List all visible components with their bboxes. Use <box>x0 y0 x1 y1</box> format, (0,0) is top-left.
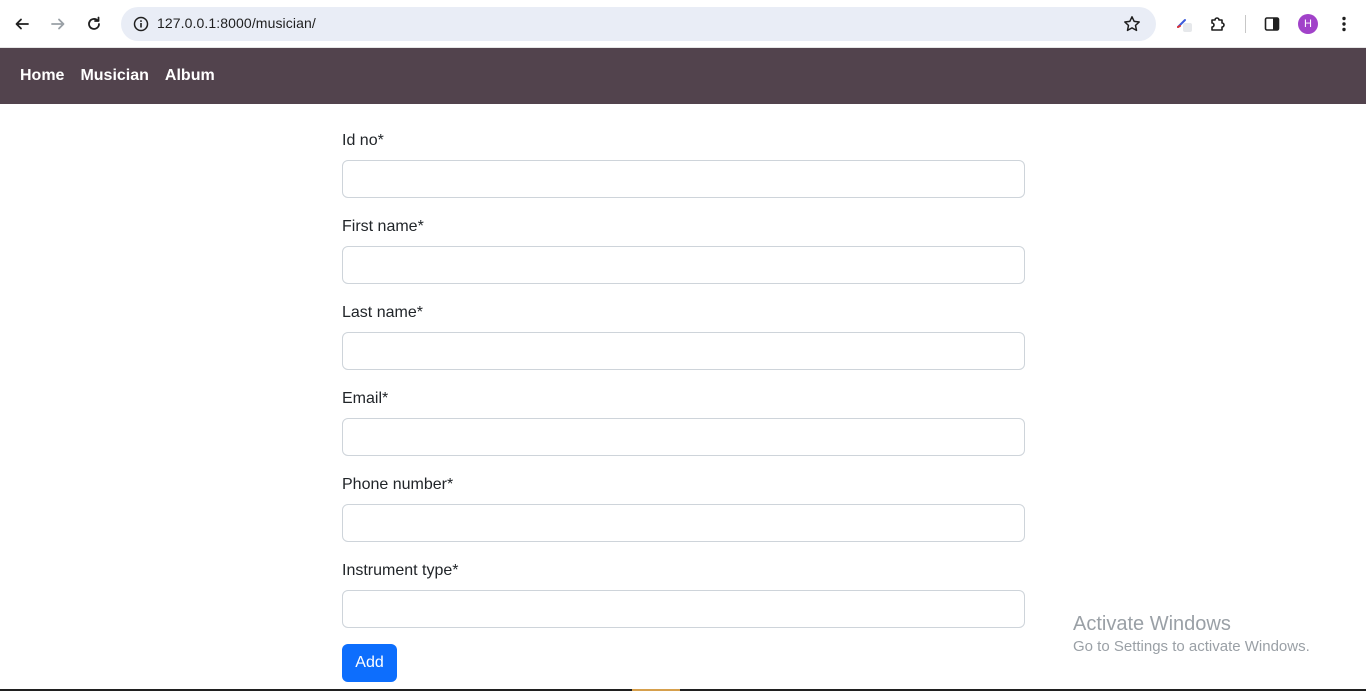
email-label: Email* <box>342 390 389 407</box>
last-name-label: Last name* <box>342 304 423 321</box>
phone-number-label: Phone number* <box>342 476 454 493</box>
back-arrow-icon[interactable] <box>8 10 36 38</box>
url-text[interactable]: 127.0.0.1:8000/musician/ <box>157 15 316 31</box>
toolbar-divider <box>1245 15 1246 33</box>
add-button[interactable]: Add <box>342 644 397 682</box>
field-instrument-type: Instrument type* <box>342 534 1025 628</box>
watermark-subtitle: Go to Settings to activate Windows. <box>1073 638 1310 655</box>
extension-pen-icon[interactable] <box>1170 10 1198 38</box>
browser-toolbar: 127.0.0.1:8000/musician/ H <box>0 0 1366 48</box>
site-info-icon[interactable] <box>129 12 153 36</box>
nav-album-link[interactable]: Album <box>165 67 215 85</box>
reload-icon[interactable] <box>80 10 108 38</box>
profile-avatar[interactable]: H <box>1298 14 1318 34</box>
site-navbar: Home Musician Album <box>0 48 1366 104</box>
nav-home-link[interactable]: Home <box>20 67 64 85</box>
more-menu-icon[interactable] <box>1330 10 1358 38</box>
address-bar[interactable]: 127.0.0.1:8000/musician/ <box>121 7 1156 41</box>
forward-arrow-icon[interactable] <box>44 10 72 38</box>
first-name-label: First name* <box>342 218 424 235</box>
field-id-no: Id no* <box>342 104 1025 198</box>
side-panel-icon[interactable] <box>1258 10 1286 38</box>
musician-form: Id no* First name* Last name* Email* Pho… <box>342 104 1025 628</box>
nav-musician-link[interactable]: Musician <box>80 67 148 85</box>
bookmark-star-icon[interactable] <box>1120 12 1144 36</box>
field-last-name: Last name* <box>342 276 1025 370</box>
active-tab-indicator <box>664 0 834 2</box>
instrument-type-input[interactable] <box>342 590 1025 628</box>
field-phone-number: Phone number* <box>342 448 1025 542</box>
field-email: Email* <box>342 362 1025 456</box>
field-first-name: First name* <box>342 190 1025 284</box>
windows-activation-watermark: Activate Windows Go to Settings to activ… <box>1073 612 1310 658</box>
instrument-type-label: Instrument type* <box>342 562 459 579</box>
extensions-puzzle-icon[interactable] <box>1204 10 1232 38</box>
watermark-title: Activate Windows <box>1073 613 1231 635</box>
id-no-label: Id no* <box>342 132 384 149</box>
